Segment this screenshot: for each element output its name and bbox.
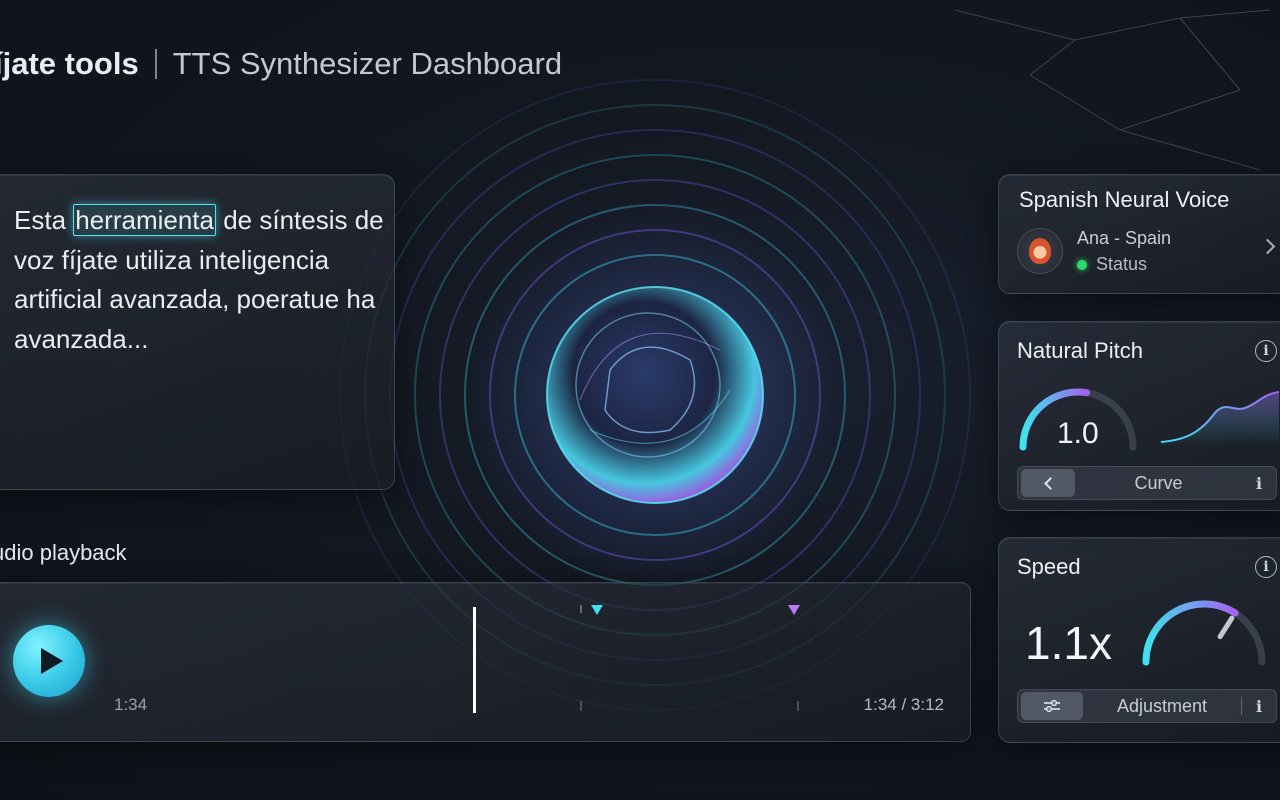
current-time: 1:34 [114,695,148,714]
voice-sphere [547,287,763,503]
status-text: Status [1096,254,1148,274]
app-title: íjate tools TTS Synthesizer Dashboard [0,44,562,84]
chevron-right-icon[interactable] [1259,238,1276,255]
play-button[interactable] [13,625,85,697]
voice-title: Spanish Neural Voice [1019,187,1230,212]
pitch-back-button[interactable] [1021,469,1075,497]
title-divider [154,49,157,79]
audio-playback-heading: udio playback [0,540,127,565]
speed-title: Speed [1017,554,1081,579]
pitch-curve-graph [1160,391,1280,446]
adjustment-info-icon[interactable]: i [1242,697,1276,716]
text-input-panel[interactable]: Esta herramienta de síntesis de voz fíja… [0,174,395,490]
page-subtitle: TTS Synthesizer Dashboard [172,46,563,81]
pitch-control-bar: Curve i [1017,466,1277,500]
info-icon[interactable]: i [1255,556,1277,578]
adjustment-label[interactable]: Adjustment [1083,696,1241,717]
curve-label[interactable]: Curve [1075,473,1242,494]
marker-purple [788,605,800,615]
network-decoration [954,9,1271,171]
tts-text-content[interactable]: Esta herramienta de síntesis de voz fíja… [14,201,384,359]
time-readout: 1:34 / 3:12 [863,695,944,714]
voice-selector-card[interactable]: Spanish Neural Voice Ana - Spain Status [998,174,1280,294]
audio-waveform[interactable] [111,601,951,719]
curve-info-icon[interactable]: i [1242,474,1276,493]
pitch-title: Natural Pitch [1017,338,1143,363]
voice-avatar [1017,228,1063,274]
audio-player: 1:34 1:34 / 3:12 [0,582,971,742]
play-icon [41,648,63,674]
speed-value: 1.1x [1025,617,1112,669]
voice-name: Ana - Spain [1077,228,1172,248]
status-dot-icon [1077,259,1087,270]
sliders-icon [1044,699,1060,713]
speed-gauge[interactable] [1137,590,1271,668]
info-icon[interactable]: i [1255,340,1277,362]
text-before: Esta [14,205,74,235]
gauge-needle [1217,615,1235,640]
pitch-value: 1.0 [1057,417,1099,450]
speed-card: Speed i 1.1x Adjustment i [998,537,1280,743]
voice-status: Status [1077,254,1147,275]
marker-cyan [591,605,603,615]
chevron-left-icon [1043,476,1057,490]
natural-pitch-card: Natural Pitch i 1.0 Curve i [998,321,1280,511]
avatar-face-icon [1029,238,1051,264]
speed-control-bar: Adjustment i [1017,689,1277,723]
sliders-button[interactable] [1021,692,1083,720]
highlighted-word[interactable]: herramienta [73,204,216,236]
brand-name: íjate tools [0,46,139,81]
